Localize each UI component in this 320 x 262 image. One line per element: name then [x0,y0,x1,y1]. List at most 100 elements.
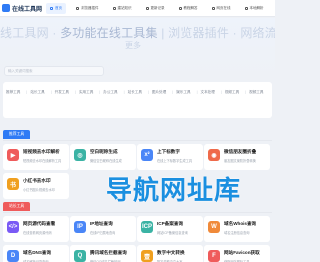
section-divider [3,212,272,213]
tool-card[interactable]: Q 腾讯域名拦截查询 微信QQ域名拦截检测 [70,245,136,262]
tool-card[interactable]: ◉ 微信朋友圈折叠 朋友圈文案防折叠转换 [204,144,270,170]
tool-card[interactable]: F 网站Favicon获取 获取网站图标工具 [204,245,270,262]
icp-icon: ICP [141,221,153,233]
category-separator: | [26,90,28,94]
tool-grid-recommended: ▶ 短视频去水印解析 短视频去水印在线解析工具 ◎ 空白昵称生成 微信空白昵称在线生成 x²… [3,144,272,199]
nav-item-local-parse[interactable]: 本地解析 [241,3,268,14]
category-item[interactable]: 娱乐工具 [176,90,190,95]
tool-card[interactable]: ICP ICP备案查询 网站ICP备案信息查询 [137,216,203,242]
ip-icon: IP [74,221,86,233]
dns-icon: D [7,250,19,262]
video-icon: ▶ [7,149,19,161]
nav-item-home[interactable]: 首页 [46,2,66,14]
tool-card-title: IP地址查询 [90,221,113,226]
category-item[interactable]: 推荐工具 [6,90,20,95]
xiaohongshu-icon: 书 [7,178,19,190]
category-separator: | [245,90,247,94]
tool-card-text: ICP备案查询 网站ICP备案信息查询 [157,221,188,235]
question-icon [178,6,182,10]
tool-card-title: 网页源代码查看 [23,221,56,226]
top-bar: 在线工具网 首页 浏览器插件 建站知识 更新记录 教程解答 网页在线 本地解析 [0,0,275,17]
tool-card-text: 数字中文转换 数字金额中文大写 [157,250,185,262]
category-separator: | [75,90,76,94]
code-icon: </> [7,221,19,233]
category-item[interactable]: 视频工具 [225,90,239,95]
category-separator: | [123,90,125,94]
superscript-icon: x² [141,149,153,161]
nav-item-site-knowledge[interactable]: 建站知识 [109,3,136,14]
category-separator: | [147,90,149,94]
tool-card-title: 短视频去水印解析 [23,149,60,154]
category-separator: | [172,90,174,94]
tool-card-text: 腾讯域名拦截查询 微信QQ域名拦截检测 [90,250,127,262]
nav-item-browser-plugins[interactable]: 浏览器插件 [72,3,103,14]
clock-icon [145,6,149,10]
blank-name-icon: ◎ [74,149,86,161]
hero-subtitle: 更多 [125,41,141,50]
tool-card-title: ICP备案查询 [157,221,184,226]
section-tab-webmaster[interactable]: 站长工具 [3,202,31,211]
logo-icon[interactable] [2,4,10,12]
hero-banner: 线工具网 · 多功能在线工具集 | 浏览器插件 · 网络流行热梗 更多 输入关键… [0,18,275,78]
category-item[interactable]: 办公工具 [103,90,117,95]
category-list: 推荐工具 | 站长工具 | 开发工具 | 实用工具 | 办公工具 | 站长工具 | 图片处理 | 娱乐工具 |… [3,82,272,102]
tool-card-title: 小红书去水印 [23,178,51,183]
tool-card-text: 网页源代码查看 在线查看网页源代码 [23,221,55,235]
tool-card-title: 腾讯域名拦截查询 [90,250,127,255]
tool-card-description: 在线查看网页源代码 [23,231,52,235]
tool-card-title: 空白昵称生成 [90,149,118,154]
category-item[interactable]: 开发工具 [55,90,69,95]
home-icon [50,6,53,10]
category-item[interactable]: 视频工具 [249,90,263,95]
tool-card-description: 微信空白昵称在线生成 [90,159,122,163]
tool-card-text: 微信朋友圈折叠 朋友圈文案防折叠转换 [224,149,256,163]
nav-item-online[interactable]: 网页在线 [208,3,235,14]
globe-icon [211,6,215,10]
category-item[interactable]: 站长工具 [30,90,44,95]
tool-card[interactable]: IP IP地址查询 在线IP归属地查询 [70,216,136,242]
tencent-icon: Q [74,250,86,262]
nav-item-tutorials[interactable]: 教程解答 [175,3,202,14]
favicon-icon: F [208,250,220,262]
tool-card-description: 短视频去水印在线解析工具 [23,159,62,163]
category-item[interactable]: 文本处理 [201,90,215,95]
whois-icon: W [208,221,220,233]
logo-text[interactable]: 在线工具网 [12,4,42,13]
tool-card-text: 小红书去水印 小红书图片视频去水印 [23,178,55,192]
nav-item-changelog[interactable]: 更新记录 [142,3,169,14]
tool-card[interactable]: 壹数字中文转换 数字金额中文大写 [137,245,203,262]
tool-card[interactable]: ◎ 空白昵称生成 微信空白昵称在线生成 [70,144,136,170]
search-input[interactable]: 输入关键词搜索 [4,66,104,76]
category-item[interactable]: 实用工具 [79,90,93,95]
tool-card[interactable]: W 域名Whois查询 域名注册信息查询 [204,216,270,242]
tool-card-description: 小红书图片视频去水印 [23,188,55,192]
tool-card[interactable]: </> 网页源代码查看 在线查看网页源代码 [3,216,69,242]
category-separator: | [196,90,198,94]
tool-card-text: IP地址查询 在线IP归属地查询 [90,221,115,235]
category-strip: 推荐工具 | 站长工具 | 开发工具 | 实用工具 | 办公工具 | 站长工具 | 图片处理 | 娱乐工具 |… [3,82,272,118]
tool-card[interactable]: D 域名DNS查询 域名解析记录查询 [3,245,69,262]
section-recommended: 推荐工具 ▶ 短视频去水印解析 短视频去水印在线解析工具 ◎ 空白昵称生成 微信空白昵称在… [3,122,272,199]
tool-card[interactable]: ▶ 短视频去水印解析 短视频去水印在线解析工具 [3,144,69,170]
category-item[interactable]: 图片处理 [152,90,166,95]
tool-card[interactable]: x² 上下标数字 在线上下标数字生成工具 [137,144,203,170]
main-nav: 首页 浏览器插件 建站知识 更新记录 教程解答 网页在线 本地解析 [46,2,274,14]
category-item[interactable]: 站长工具 [128,90,142,95]
book-icon [112,6,116,10]
hero-title: 线工具网 · 多功能在线工具集 | 浏览器插件 · 网络流行热梗 [0,26,275,40]
tool-card-description: 网站ICP备案信息查询 [157,231,188,235]
category-separator: | [50,90,52,94]
tool-card-title: 上下标数字 [157,149,180,154]
tool-card-text: 上下标数字 在线上下标数字生成工具 [157,149,192,163]
tool-card-description: 在线IP归属地查询 [90,231,116,235]
number-icon: 壹 [141,250,153,262]
section-webmaster: 站长工具 </> 网页源代码查看 在线查看网页源代码 IP IP地址查询 在线IP归属地查… [3,194,272,262]
tool-card-title: 数字中文转换 [157,250,185,255]
tool-card-description: 域名注册信息查询 [224,231,250,235]
tool-card-text: 空白昵称生成 微信空白昵称在线生成 [90,149,122,163]
tool-card-text: 短视频去水印解析 短视频去水印在线解析工具 [23,149,61,163]
tool-card-title: 网站Favicon获取 [224,250,260,255]
category-separator: | [99,90,101,94]
section-tab-recommended[interactable]: 推荐工具 [3,130,31,139]
tool-card-title: 域名Whois查询 [224,221,257,226]
